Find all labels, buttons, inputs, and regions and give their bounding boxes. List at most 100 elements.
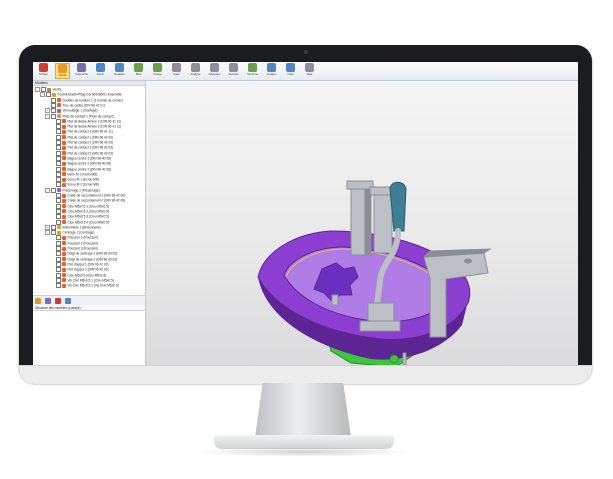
visibility-checkbox[interactable] [46, 92, 51, 98]
expander-icon[interactable]: - [45, 187, 50, 193]
tree-item[interactable]: Plot de contact 1 (DIN 96 42 03) [50, 145, 113, 151]
ribbon-button-mesures[interactable]: Mesures [207, 63, 222, 79]
visibility-checkbox[interactable] [56, 214, 61, 220]
expander-icon[interactable] [50, 198, 55, 203]
tree-item[interactable]: Clou M5x0.5 4 (Clou M5x0.5) [50, 219, 109, 225]
ribbon-button-zoom[interactable]: Zoom [93, 63, 108, 79]
expander-icon[interactable] [50, 161, 55, 166]
expander-icon[interactable] [50, 251, 55, 256]
expander-icon[interactable] [50, 246, 55, 251]
tree-item[interactable]: Plot de Butée Arrière 2 (DIN 96 41 11) [50, 124, 121, 130]
visibility-checkbox[interactable] [56, 272, 61, 278]
expander-icon[interactable]: - [40, 92, 45, 98]
expander-icon[interactable]: - [35, 87, 40, 92]
visibility-checkbox[interactable] [56, 171, 61, 177]
visibility-checkbox[interactable] [56, 124, 61, 130]
tree-item[interactable]: Plot de contact 2 (DIN 96 42 03) [50, 140, 113, 145]
expander-icon[interactable] [50, 119, 55, 124]
visibility-checkbox[interactable] [56, 166, 61, 172]
expander-icon[interactable] [50, 267, 55, 272]
add-tool-icon[interactable] [35, 297, 41, 304]
tree-item[interactable]: + Bridonnerie 1 (Bridonnerie) [45, 224, 101, 230]
tree-item[interactable]: Trou de centre (DIN 96 42 01) [45, 102, 105, 108]
ribbon-button-ouvrir[interactable]: Ouvrir [55, 63, 70, 79]
expander-icon[interactable] [50, 140, 55, 145]
visibility-checkbox[interactable] [56, 134, 61, 140]
expander-icon[interactable] [50, 204, 55, 209]
expander-icon[interactable] [50, 156, 55, 161]
tree-item[interactable]: - Plots de contact 1 (Plots de contact) [45, 113, 114, 119]
expander-icon[interactable] [50, 135, 55, 140]
visibility-checkbox[interactable] [56, 145, 61, 151]
tree-item[interactable]: Clou M5x0.5 2 (Clou M5x0.5) [50, 208, 109, 214]
expander-icon[interactable] [50, 220, 55, 225]
delete-tool-icon[interactable] [55, 297, 61, 304]
visibility-checkbox[interactable] [56, 150, 61, 156]
expander-icon[interactable] [50, 214, 55, 219]
tree-item[interactable]: Bague centre 1 (DIN 96 40 08) [50, 155, 111, 161]
tree-item[interactable]: Bague centre 2 (DIN 96 40 08) [50, 161, 111, 167]
visibility-checkbox[interactable] [41, 87, 46, 92]
tree-item[interactable]: Bague centre 2 (DIN 96 40 08) [50, 166, 111, 172]
expander-icon[interactable]: + [45, 224, 50, 230]
expander-icon[interactable]: - [45, 230, 50, 236]
expander-icon[interactable] [45, 103, 50, 108]
ribbon-button-coupe[interactable]: Coupe [150, 63, 165, 79]
visibility-checkbox[interactable] [56, 140, 61, 145]
expander-icon[interactable] [50, 145, 55, 150]
tree-item[interactable]: Clou M5x0.5 3 (Clou M5x0.5) [50, 214, 109, 220]
visibility-checkbox[interactable] [56, 208, 61, 214]
tree-item[interactable]: - Fournit Etabli+Pitag GS 900080/01 Ensem… [40, 92, 122, 98]
expander-icon[interactable] [50, 129, 55, 134]
visibility-checkbox[interactable] [51, 97, 56, 103]
tree-item[interactable]: Vérin M 1 (Vérin M8) [50, 171, 97, 177]
ribbon-button-aide[interactable]: Aide [302, 63, 317, 79]
visibility-checkbox[interactable] [51, 113, 56, 119]
expander-icon[interactable] [50, 273, 55, 278]
ribbon-button-infos[interactable]: Infos [283, 63, 298, 79]
tree-item[interactable]: Ecrou M 2 (Ecrou M8) [50, 182, 99, 188]
tree-item[interactable]: - Préserrage 1 (Préserrage) [45, 187, 100, 193]
tree-item[interactable]: Crelle de raccordement 1 (DIN 96 42 06) [50, 198, 125, 204]
visibility-checkbox[interactable] [56, 240, 61, 246]
tree-item[interactable]: Poussoir 1 (Poussoir) [50, 235, 98, 241]
tree-item[interactable]: + Verrouillage 1 (montage) [45, 108, 97, 114]
tree-item[interactable]: Vis CHc M5x0.5 2 (Vis CHc M5x0.5) [50, 283, 119, 289]
ribbon-button-sections[interactable]: Sections [245, 63, 260, 79]
tree-item[interactable]: Plot d'appui 1 (DIN 96 42 03) [50, 261, 109, 267]
visibility-checkbox[interactable] [51, 224, 56, 230]
tree-item[interactable]: Plot d'appui 2 (DIN 96 42 03) [50, 267, 109, 273]
visibility-checkbox[interactable] [56, 129, 61, 135]
ribbon-button-vues[interactable]: Vues [169, 63, 184, 79]
properties-tool-icon[interactable] [65, 297, 71, 304]
visibility-checkbox[interactable] [56, 261, 61, 267]
visibility-checkbox[interactable] [51, 230, 56, 236]
expander-icon[interactable] [50, 193, 55, 198]
expander-icon[interactable] [50, 283, 55, 288]
tree-item[interactable]: - Ventiv [35, 87, 61, 92]
ribbon-button-cartouche[interactable]: Cartouche [74, 63, 89, 79]
tree-item[interactable]: Doigt de centrage 2 (DIN 96 43 03) [50, 256, 117, 262]
tree-item[interactable]: Plot de contact 1 (DIN 96 42 03) [50, 134, 113, 140]
expander-icon[interactable] [45, 98, 50, 103]
tree-item[interactable]: Plot de contact 2 (DIN 96 42 03) [50, 150, 113, 156]
tree-item[interactable]: Crelle de raccordement 1 (DIN 96 42 06) [50, 193, 125, 198]
tree-item[interactable]: Plot de Butée Arrière 2 (DIN 96 41 11) [50, 118, 121, 124]
tree-item[interactable]: - Centrage 1 (Centrage) [45, 230, 94, 236]
tree-item[interactable]: Douilles de bordure 1 (1 fournie de nome… [45, 97, 123, 103]
expander-icon[interactable] [50, 209, 55, 214]
expander-icon[interactable]: + [45, 108, 50, 114]
expander-icon[interactable] [50, 241, 55, 246]
visibility-checkbox[interactable] [56, 277, 61, 283]
3d-viewport[interactable] [146, 81, 578, 383]
visibility-checkbox[interactable] [56, 177, 61, 183]
expander-icon[interactable] [50, 257, 55, 262]
visibility-checkbox[interactable] [56, 203, 61, 209]
ribbon-button-fichier[interactable]: Fichier [36, 63, 51, 79]
expander-icon[interactable] [50, 124, 55, 129]
expander-icon[interactable] [50, 177, 55, 182]
visibility-checkbox[interactable] [56, 219, 61, 225]
ribbon-button-plan[interactable]: Plan [131, 63, 146, 79]
visibility-checkbox[interactable] [56, 283, 61, 289]
visibility-checkbox[interactable] [56, 251, 61, 257]
